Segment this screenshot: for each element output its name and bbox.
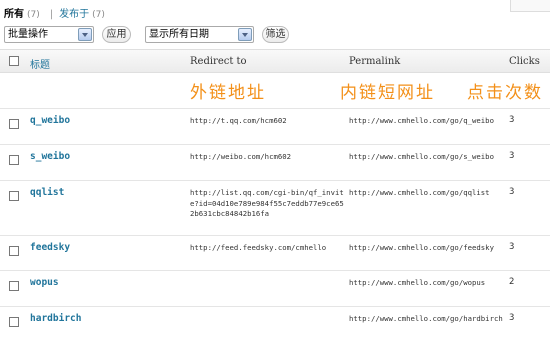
row-permalink: http://www.cmhello.com/go/wopus [349,278,486,287]
row-clicks: 3 [509,313,515,323]
filter-published[interactable]: 发布于 [59,9,89,20]
row-title[interactable]: qqlist [30,187,64,198]
row-clicks: 2 [509,277,515,287]
row-checkbox[interactable] [9,281,19,291]
date-filter-value: 显示所有日期 [149,29,209,40]
filter-all-count: (7) [27,10,40,20]
date-filter-select[interactable]: 显示所有日期 [145,26,254,43]
row-clicks: 3 [509,151,515,161]
chevron-down-icon[interactable] [78,28,92,41]
row-checkbox[interactable] [9,191,19,201]
bulk-actions-value: 批量操作 [8,29,48,40]
search-box-edge [510,0,550,12]
bulk-actions-select[interactable]: 批量操作 [4,26,94,43]
row-permalink: http://www.cmhello.com/go/qqlist [349,188,490,197]
row-redirect: http://list.qq.com/cgi-bin/qf_invite?id=… [190,188,344,218]
row-clicks: 3 [509,242,515,252]
links-table: 标题 Redirect to Permalink Clicks 外链地址 内链短… [0,49,550,341]
table-row: qqlist http://list.qq.com/cgi-bin/qf_inv… [0,181,550,236]
row-checkbox[interactable] [9,155,19,165]
table-row: wopus http://www.cmhello.com/go/wopus 2 [0,271,550,307]
column-title[interactable]: 标题 [30,56,50,71]
row-permalink: http://www.cmhello.com/go/hardbirch [349,314,503,323]
chevron-down-icon[interactable] [238,28,252,41]
column-permalink: Permalink [349,56,401,67]
table-row: feedsky http://feed.feedsky.com/cmhello … [0,236,550,271]
select-all-checkbox[interactable] [9,56,19,66]
row-permalink: http://www.cmhello.com/go/feedsky [349,243,494,252]
row-title[interactable]: wopus [30,277,59,288]
filter-separator: | [49,9,54,20]
apply-button[interactable]: 应用 [102,26,131,43]
row-redirect: http://feed.feedsky.com/cmhello [190,243,327,252]
table-row: s_weibo http://weibo.com/hcm602 http://w… [0,145,550,181]
column-clicks: Clicks [509,56,540,67]
row-redirect: http://t.qq.com/hcm602 [190,116,287,125]
row-title[interactable]: s_weibo [30,151,70,162]
table-header: 标题 Redirect to Permalink Clicks [0,49,550,73]
row-checkbox[interactable] [9,119,19,129]
annotation-row: 外链地址 内链短网址 点击次数 [0,73,550,109]
row-checkbox[interactable] [9,246,19,256]
column-redirect: Redirect to [190,56,247,67]
annotation-redirect: 外链地址 [190,83,266,103]
row-title[interactable]: q_weibo [30,115,70,126]
row-checkbox[interactable] [9,317,19,327]
row-permalink: http://www.cmhello.com/go/s_weibo [349,152,494,161]
row-title[interactable]: feedsky [30,242,70,253]
status-filters: 所有 (7) | 发布于 (7) [4,5,105,20]
row-permalink: http://www.cmhello.com/go/q_weibo [349,116,494,125]
table-row: q_weibo http://t.qq.com/hcm602 http://ww… [0,109,550,145]
row-redirect: http://weibo.com/hcm602 [190,152,292,161]
table-row: hardbirch http://www.cmhello.com/go/hard… [0,307,550,341]
annotation-permalink: 内链短网址 [340,83,435,103]
filter-published-count: (7) [92,10,105,20]
filter-all[interactable]: 所有 [4,9,24,20]
row-clicks: 3 [509,187,515,197]
filter-button[interactable]: 筛选 [262,26,289,43]
row-title[interactable]: hardbirch [30,313,81,324]
annotation-clicks: 点击次数 [467,83,543,103]
row-clicks: 3 [509,115,515,125]
